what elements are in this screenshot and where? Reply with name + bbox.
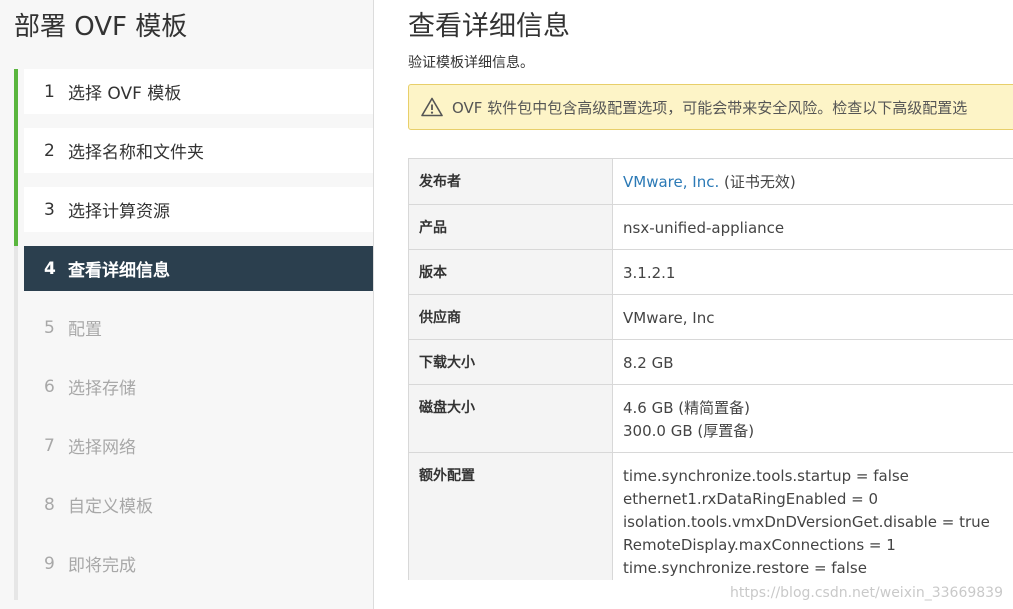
wizard-title: 部署 OVF 模板: [14, 12, 188, 42]
step-select-network: 7 选择网络: [14, 423, 373, 482]
detail-row-product: 产品 nsx-unified-appliance: [409, 205, 1013, 250]
detail-key: 产品: [409, 205, 613, 249]
step-number: 8: [44, 494, 55, 515]
detail-row-vendor: 供应商 VMware, Inc: [409, 295, 1013, 340]
extra-config-line: isolation.tools.vmxDnDVersionGet.disable…: [623, 513, 990, 531]
step-number: 1: [44, 81, 55, 102]
step-configuration: 5 配置: [14, 305, 373, 364]
extra-config-line: ethernet1.rxDataRingEnabled = 0: [623, 490, 879, 508]
extra-config-line: RemoteDisplay.maxConnections = 1: [623, 536, 896, 554]
detail-row-publisher: 发布者 VMware, Inc. (证书无效): [409, 159, 1013, 205]
detail-key: 下载大小: [409, 340, 613, 384]
detail-key: 供应商: [409, 295, 613, 339]
step-label: 配置: [68, 320, 102, 340]
page-subtitle: 验证模板详细信息。: [408, 55, 534, 71]
step-progress-rail: [14, 364, 18, 423]
step-progress-rail: [14, 541, 18, 600]
step-label: 选择计算资源: [68, 202, 170, 222]
watermark: https://blog.csdn.net/weixin_33669839: [729, 585, 1003, 601]
step-number: 5: [44, 317, 55, 338]
detail-row-disk-size: 磁盘大小 4.6 GB (精简置备) 300.0 GB (厚置备): [409, 385, 1013, 453]
step-label: 查看详细信息: [68, 261, 170, 281]
step-select-storage: 6 选择存储: [14, 364, 373, 423]
content-pane: 查看详细信息 验证模板详细信息。 OVF 软件包中包含高级配置选项，可能会带来安…: [374, 0, 1013, 609]
detail-value: nsx-unified-appliance: [623, 219, 785, 237]
disk-size-thin: 4.6 GB (精简置备): [623, 399, 751, 417]
detail-row-extra-config: 额外配置 time.synchronize.tools.startup = fa…: [409, 453, 1013, 580]
step-select-ovf-template[interactable]: 1 选择 OVF 模板: [14, 69, 373, 128]
detail-value: VMware, Inc: [623, 309, 715, 327]
step-number: 9: [44, 553, 55, 574]
step-label: 选择存储: [68, 379, 136, 399]
step-progress-rail: [14, 128, 18, 187]
step-customize-template: 8 自定义模板: [14, 482, 373, 541]
detail-key: 发布者: [409, 159, 613, 204]
details-table: 发布者 VMware, Inc. (证书无效) 产品 nsx-unified-a…: [408, 158, 1013, 580]
extra-config-line: time.synchronize.restore = false: [623, 559, 867, 577]
security-warning-banner: OVF 软件包中包含高级配置选项，可能会带来安全风险。检查以下高级配置选: [408, 84, 1013, 130]
step-label: 自定义模板: [68, 497, 153, 517]
warning-triangle-icon: [421, 97, 443, 117]
step-review-details[interactable]: 4 查看详细信息: [14, 246, 373, 305]
wizard-steps: 1 选择 OVF 模板 2 选择名称和文件夹 3 选择计算资源 4 查看详细信息 5 配置…: [14, 69, 373, 600]
disk-size-thick: 300.0 GB (厚置备): [623, 422, 755, 440]
wizard-sidebar: 部署 OVF 模板 1 选择 OVF 模板 2 选择名称和文件夹 3 选择计算资源 4…: [0, 0, 374, 609]
detail-value: 4.6 GB (精简置备) 300.0 GB (厚置备): [613, 385, 1013, 452]
step-progress-rail: [14, 423, 18, 482]
step-progress-rail: [14, 69, 18, 128]
step-progress-rail: [14, 305, 18, 364]
step-ready-to-complete: 9 即将完成: [14, 541, 373, 600]
step-progress-rail: [14, 187, 18, 246]
warning-text: OVF 软件包中包含高级配置选项，可能会带来安全风险。检查以下高级配置选: [452, 98, 968, 117]
publisher-cert-note: (证书无效): [719, 173, 796, 191]
detail-value: 8.2 GB: [623, 354, 674, 372]
step-progress-rail: [14, 482, 18, 541]
step-label: 选择 OVF 模板: [68, 84, 182, 104]
step-number: 2: [44, 140, 55, 161]
step-progress-rail: [14, 246, 18, 305]
detail-value: 3.1.2.1: [623, 264, 676, 282]
publisher-link[interactable]: VMware, Inc.: [623, 173, 719, 191]
detail-row-version: 版本 3.1.2.1: [409, 250, 1013, 295]
detail-key: 版本: [409, 250, 613, 294]
step-select-compute-resource[interactable]: 3 选择计算资源: [14, 187, 373, 246]
step-number: 7: [44, 435, 55, 456]
detail-value: VMware, Inc. (证书无效): [613, 159, 1013, 204]
page-title: 查看详细信息: [408, 11, 570, 42]
step-label: 即将完成: [68, 556, 136, 576]
detail-row-download-size: 下载大小 8.2 GB: [409, 340, 1013, 385]
step-number: 3: [44, 199, 55, 220]
extra-config-line: time.synchronize.tools.startup = false: [623, 467, 909, 485]
detail-value: time.synchronize.tools.startup = false e…: [613, 453, 1013, 580]
detail-key: 磁盘大小: [409, 385, 613, 452]
detail-key: 额外配置: [409, 453, 613, 580]
step-label: 选择名称和文件夹: [68, 143, 204, 163]
step-label: 选择网络: [68, 438, 136, 458]
step-number: 6: [44, 376, 55, 397]
step-number: 4: [44, 258, 56, 279]
step-select-name-folder[interactable]: 2 选择名称和文件夹: [14, 128, 373, 187]
